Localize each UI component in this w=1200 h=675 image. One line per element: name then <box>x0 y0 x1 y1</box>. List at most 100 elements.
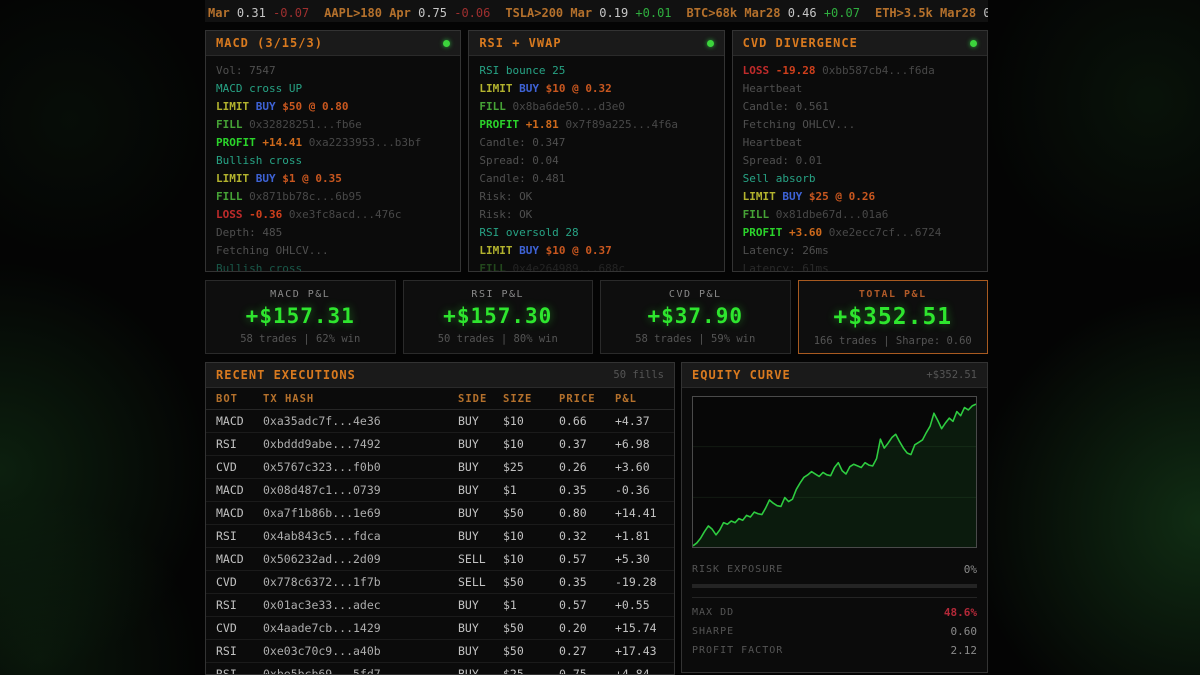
cell-side: SELL <box>458 552 503 566</box>
ticker-symbol: ETH>3.5k Mar28 <box>875 6 983 20</box>
cell-pnl: +15.74 <box>615 621 664 635</box>
log-line: FILL 0x81dbe67d...01a6 <box>743 206 977 224</box>
log-line: Fetching OHLCV... <box>216 242 450 260</box>
cell-pnl: -19.28 <box>615 575 664 589</box>
log-line: LIMIT BUY $1 @ 0.35 <box>216 170 450 188</box>
ticker-price: 0.82 <box>983 6 988 20</box>
bot-log-macd: Vol: 7547MACD cross UPLIMIT BUY $50 @ 0.… <box>206 56 460 272</box>
execution-row[interactable]: CVD0x5767c323...f0b0BUY$250.26+3.60 <box>206 456 674 479</box>
log-line: Spread: 0.04 <box>479 152 713 170</box>
trading-dashboard: Mar 0.31 -0.07 AAPL>180 Apr 0.75 -0.06 TSL… <box>205 0 988 675</box>
log-line: RSI bounce 25 <box>479 62 713 80</box>
risk-metrics: MAX DD 48.6% SHARPE 0.60 PROFIT FACTOR 2… <box>692 597 977 660</box>
bot-panel-macd: MACD (3/15/3) Vol: 7547MACD cross UPLIMI… <box>205 30 461 272</box>
log-line: PROFIT +1.81 0x7f89a225...4f6a <box>479 116 713 134</box>
profit-factor-label: PROFIT FACTOR <box>692 645 783 656</box>
cell-side: BUY <box>458 506 503 520</box>
executions-title: RECENT EXECUTIONS <box>216 368 356 382</box>
ticker-price: 0.19 <box>599 6 628 20</box>
sharpe-label: SHARPE <box>692 626 734 637</box>
cell-price: 0.37 <box>559 437 615 451</box>
cell-price: 0.57 <box>559 552 615 566</box>
ticker-price: 0.75 <box>418 6 447 20</box>
cell-bot: MACD <box>216 414 263 428</box>
cell-bot: CVD <box>216 460 263 474</box>
cell-bot: MACD <box>216 483 263 497</box>
cell-side: BUY <box>458 667 503 675</box>
column-header: SIZE <box>503 393 559 405</box>
pnl-card-cvd[interactable]: CVD P&L +$37.90 58 trades | 59% win <box>600 280 791 354</box>
cell-side: BUY <box>458 621 503 635</box>
metric-row-maxdd: MAX DD 48.6% <box>692 603 977 622</box>
cell-side: BUY <box>458 437 503 451</box>
cell-price: 0.27 <box>559 644 615 658</box>
cell-bot: RSI <box>216 644 263 658</box>
pnl-cards-row: MACD P&L +$157.31 58 trades | 62% win RS… <box>205 280 988 354</box>
ticker-item[interactable]: ETH>3.5k Mar28 0.82 <box>875 6 988 20</box>
column-header: SIDE <box>458 393 503 405</box>
log-line: MACD cross UP <box>216 80 450 98</box>
execution-row[interactable]: MACD0xa7f1b86b...1e69BUY$500.80+14.41 <box>206 502 674 525</box>
ticker-item[interactable]: TSLA>200 Mar 0.19 +0.01 <box>505 6 671 20</box>
ticker-change: +0.07 <box>817 6 860 20</box>
cell-tx-hash: 0xe03c70c9...a40b <box>263 644 458 658</box>
cell-tx-hash: 0xa7f1b86b...1e69 <box>263 506 458 520</box>
cell-pnl: +6.98 <box>615 437 664 451</box>
cell-side: SELL <box>458 575 503 589</box>
ticker-change: +0.01 <box>628 6 671 20</box>
cell-bot: MACD <box>216 552 263 566</box>
cell-pnl: +5.30 <box>615 552 664 566</box>
cell-tx-hash: 0x08d487c1...0739 <box>263 483 458 497</box>
log-line: Latency: 61ms <box>743 260 977 272</box>
risk-exposure-row: RISK EXPOSURE 0% <box>692 560 977 579</box>
execution-row[interactable]: RSI0xbddd9abe...7492BUY$100.37+6.98 <box>206 433 674 456</box>
profit-factor-value: 2.12 <box>951 644 978 657</box>
equity-panel: EQUITY CURVE +$352.51 RISK EXPOSURE 0% M… <box>681 362 988 673</box>
status-online-dot <box>443 40 450 47</box>
cell-pnl: +0.55 <box>615 598 664 612</box>
cell-pnl: +17.43 <box>615 644 664 658</box>
cell-price: 0.57 <box>559 598 615 612</box>
execution-row[interactable]: CVD0x4aade7cb...1429BUY$500.20+15.74 <box>206 617 674 640</box>
ticker-item[interactable]: BTC>68k Mar28 0.46 +0.07 <box>687 6 860 20</box>
ticker-item[interactable]: Mar 0.31 -0.07 <box>208 6 309 20</box>
bottom-row: RECENT EXECUTIONS 50 fills BOTTX HASHSID… <box>205 362 988 675</box>
log-line: PROFIT +14.41 0xa2233953...b3bf <box>216 134 450 152</box>
cell-side: BUY <box>458 529 503 543</box>
bot-panels-row: MACD (3/15/3) Vol: 7547MACD cross UPLIMI… <box>205 30 988 272</box>
metric-row-sharpe: SHARPE 0.60 <box>692 622 977 641</box>
execution-row[interactable]: RSI0x4ab843c5...fdcaBUY$100.32+1.81 <box>206 525 674 548</box>
pnl-card-value: +$157.31 <box>206 304 395 328</box>
executions-column-headers: BOTTX HASHSIDESIZEPRICEP&L <box>206 388 674 410</box>
cell-bot: RSI <box>216 437 263 451</box>
column-header: P&L <box>615 393 664 405</box>
execution-row[interactable]: RSI0x01ac3e33...adecBUY$10.57+0.55 <box>206 594 674 617</box>
bot-panel-title: CVD DIVERGENCE <box>743 36 858 50</box>
log-line: Sell absorb <box>743 170 977 188</box>
execution-row[interactable]: MACD0xa35adc7f...4e36BUY$100.66+4.37 <box>206 410 674 433</box>
pnl-card-rsi[interactable]: RSI P&L +$157.30 50 trades | 80% win <box>403 280 594 354</box>
execution-row[interactable]: MACD0x506232ad...2d09SELL$100.57+5.30 <box>206 548 674 571</box>
execution-row[interactable]: MACD0x08d487c1...0739BUY$10.35-0.36 <box>206 479 674 502</box>
ticker-symbol: AAPL>180 Apr <box>324 6 418 20</box>
pnl-card-total[interactable]: TOTAL P&L +$352.51 166 trades | Sharpe: … <box>798 280 989 354</box>
cell-price: 0.32 <box>559 529 615 543</box>
ticker-bar: Mar 0.31 -0.07 AAPL>180 Apr 0.75 -0.06 TSL… <box>205 0 988 22</box>
cell-bot: CVD <box>216 621 263 635</box>
equity-total-value: +$352.51 <box>926 369 977 381</box>
execution-row[interactable]: CVD0x778c6372...1f7bSELL$500.35-19.28 <box>206 571 674 594</box>
ticker-change: -0.07 <box>266 6 309 20</box>
risk-exposure-bar <box>692 584 977 588</box>
cell-pnl: +3.60 <box>615 460 664 474</box>
cell-size: $25 <box>503 460 559 474</box>
execution-row[interactable]: RSI0xbe5bcb69...5fd7BUY$250.75+4.84 <box>206 663 674 675</box>
execution-row[interactable]: RSI0xe03c70c9...a40bBUY$500.27+17.43 <box>206 640 674 663</box>
ticker-item[interactable]: AAPL>180 Apr 0.75 -0.06 <box>324 6 490 20</box>
log-line: LIMIT BUY $10 @ 0.37 <box>479 242 713 260</box>
pnl-card-macd[interactable]: MACD P&L +$157.31 58 trades | 62% win <box>205 280 396 354</box>
log-line: FILL 0x32828251...fb6e <box>216 116 450 134</box>
cell-size: $50 <box>503 575 559 589</box>
cell-tx-hash: 0x4aade7cb...1429 <box>263 621 458 635</box>
bot-panel-header: CVD DIVERGENCE <box>733 31 987 56</box>
cell-size: $50 <box>503 506 559 520</box>
